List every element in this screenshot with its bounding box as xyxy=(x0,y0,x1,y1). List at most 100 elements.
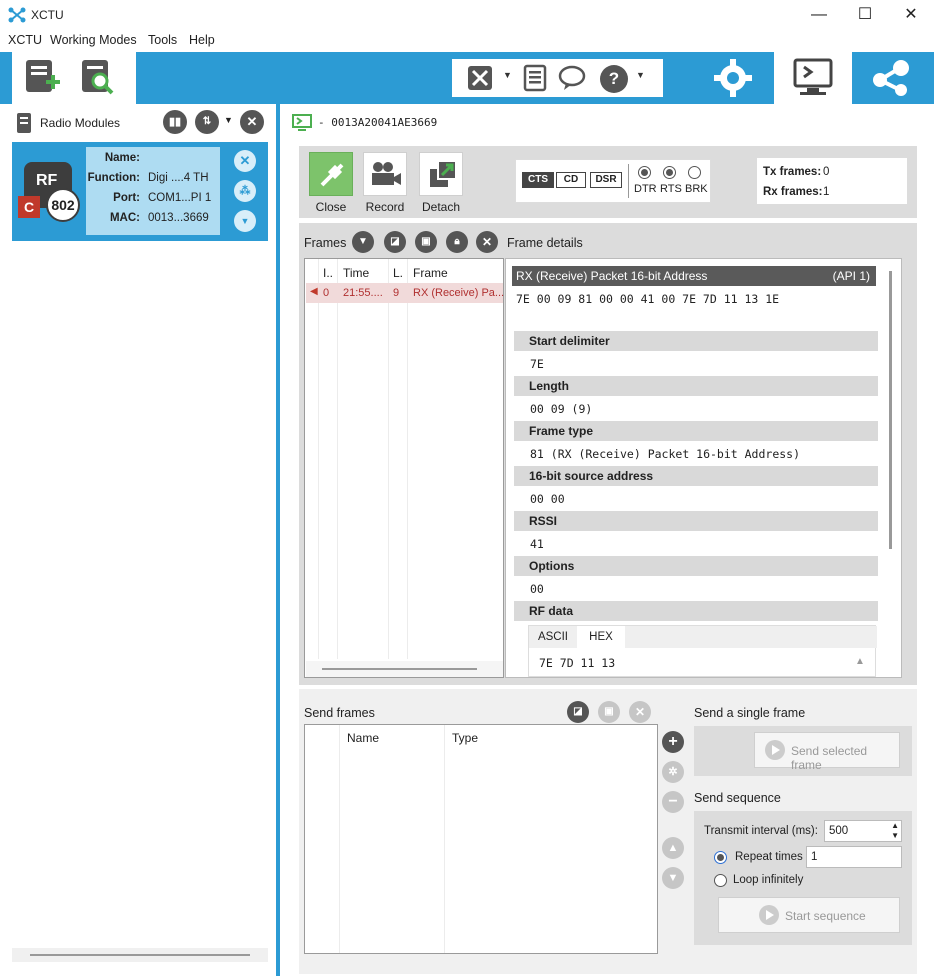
tx-frames-label: Tx frames: xyxy=(763,166,822,178)
frame-row-time: 21:55.... xyxy=(343,287,383,299)
frame-type-header: Frame type xyxy=(514,421,878,441)
frames-horizontal-scrollbar[interactable] xyxy=(306,661,503,677)
frame-row[interactable]: ◀ 0 21:55.... 9 RX (Receive) Pa... xyxy=(306,283,505,303)
remove-module-icon[interactable]: ✕ xyxy=(234,150,256,172)
menu-working-modes[interactable]: Working Modes xyxy=(50,33,137,47)
help-icon[interactable]: ? xyxy=(600,65,628,93)
dtr-toggle[interactable] xyxy=(638,166,651,179)
transmit-interval-input[interactable]: 500 ▲ ▼ xyxy=(824,820,902,842)
send-col-type-header[interactable]: Type xyxy=(452,731,478,745)
add-module-icon[interactable] xyxy=(22,58,62,98)
help-dropdown-icon[interactable]: ▼ xyxy=(636,70,645,80)
menu-help[interactable]: Help xyxy=(189,33,215,47)
loop-infinitely-radio[interactable] xyxy=(714,874,727,887)
rf-tab-ascii[interactable]: ASCII xyxy=(529,626,577,648)
tools-icon[interactable] xyxy=(466,64,494,92)
start-sequence-button[interactable]: Start sequence xyxy=(718,897,900,933)
close-label: Close xyxy=(315,200,347,214)
save-frames-icon[interactable]: ▣ xyxy=(415,231,437,253)
frame-row-index: 0 xyxy=(323,287,330,299)
filter-frames-icon[interactable]: ▼ xyxy=(352,231,374,253)
frame-row-frame: RX (Receive) Pa... xyxy=(413,287,505,299)
menu-tools[interactable]: Tools xyxy=(148,33,177,47)
edit-frame-icon: ✲ xyxy=(662,761,684,783)
rts-toggle[interactable] xyxy=(663,166,676,179)
rf-tab-hex[interactable]: HEX xyxy=(577,626,625,648)
rts-label: RTS xyxy=(660,183,682,195)
length-header: Length xyxy=(514,376,878,396)
ribbon-toolbar: ▼ ? ▼ xyxy=(0,52,934,104)
dtr-label: DTR xyxy=(634,183,657,195)
col-frame-header[interactable]: Frame xyxy=(413,266,448,280)
send-selected-frame-label: Send selected frame xyxy=(791,744,868,772)
interval-spinner-icon[interactable]: ▲ ▼ xyxy=(891,821,899,841)
detach-button[interactable] xyxy=(419,152,463,196)
clear-frames-icon[interactable]: ◪ xyxy=(384,231,406,253)
video-camera-icon xyxy=(372,162,401,185)
title-bar: XCTU — ☐ ✕ xyxy=(0,0,934,30)
consoles-mode-tab[interactable] xyxy=(774,52,852,104)
configuration-gear-icon[interactable] xyxy=(712,58,754,98)
record-button[interactable] xyxy=(363,152,407,196)
maximize-button[interactable]: ☐ xyxy=(842,0,888,30)
source-address-header: 16-bit source address xyxy=(514,466,878,486)
source-address-value: 00 00 xyxy=(530,492,565,506)
record-label: Record xyxy=(365,200,405,214)
col-index-header[interactable]: I.. xyxy=(323,266,333,280)
send-single-box: Send selected frame xyxy=(694,726,912,776)
remove-all-modules-icon[interactable]: ✕ xyxy=(240,110,264,134)
console-area: - 0013A20041AE3669 Close Record Detach C xyxy=(284,104,934,976)
transmit-interval-value: 500 xyxy=(829,825,849,837)
discover-modules-icon[interactable] xyxy=(78,58,118,98)
start-sequence-label: Start sequence xyxy=(785,909,866,923)
dsr-indicator: DSR xyxy=(590,172,622,188)
frame-row-length: 9 xyxy=(393,287,400,299)
send-single-title: Send a single frame xyxy=(694,706,806,720)
close-connection-button[interactable] xyxy=(309,152,353,196)
delete-frames-icon[interactable]: ✕ xyxy=(476,231,498,253)
tx-frames-value: 0 xyxy=(823,166,830,178)
minimize-button[interactable]: — xyxy=(796,0,842,30)
add-frame-icon[interactable]: + xyxy=(662,731,684,753)
radio-module-card[interactable]: RF 802 C Name: Function: Digi ....4 TH Po… xyxy=(12,142,268,241)
send-col-name-header[interactable]: Name xyxy=(347,731,379,745)
xctu-logo-icon xyxy=(8,7,26,23)
col-time-header[interactable]: Time xyxy=(343,266,369,280)
send-selected-frame-button[interactable]: Send selected frame xyxy=(754,732,900,772)
lock-frames-icon[interactable]: 🔒︎ xyxy=(446,231,468,253)
sort-dropdown-icon[interactable]: ▼ xyxy=(224,115,233,125)
radio-module-icon xyxy=(17,113,31,133)
start-delimiter-value: 7E xyxy=(530,357,544,371)
window-title: XCTU xyxy=(31,8,64,22)
sort-modules-icon[interactable]: ⇅ xyxy=(195,110,219,134)
console-tab[interactable]: - 0013A20041AE3669 xyxy=(284,104,934,140)
repeat-times-label: Repeat times xyxy=(735,851,803,863)
rf-scroll-up-icon[interactable]: ▲ xyxy=(855,656,865,667)
network-icon[interactable] xyxy=(870,58,914,98)
profile-list-icon[interactable] xyxy=(522,64,548,92)
module-network-icon[interactable]: ⁂ xyxy=(234,180,256,202)
brk-toggle[interactable] xyxy=(688,166,701,179)
move-up-icon: ▲ xyxy=(662,837,684,859)
load-frames-icon[interactable]: ◪ xyxy=(567,701,589,723)
start-delimiter-header: Start delimiter xyxy=(514,331,878,351)
filter-modules-icon[interactable]: ▮▮ xyxy=(163,110,187,134)
serial-lines-panel: CTS CD DSR DTR RTS BRK xyxy=(515,159,711,203)
tools-dropdown-icon[interactable]: ▼ xyxy=(503,70,512,80)
expand-module-icon[interactable]: ▼ xyxy=(234,210,256,232)
frame-details-title: Frame details xyxy=(507,236,583,250)
repeat-times-radio[interactable] xyxy=(714,851,727,864)
details-vertical-scrollbar[interactable] xyxy=(889,271,892,549)
transmit-interval-label: Transmit interval (ms): xyxy=(704,825,818,837)
close-window-button[interactable]: ✕ xyxy=(888,0,934,30)
send-sequence-box: Transmit interval (ms): 500 ▲ ▼ Repeat ti… xyxy=(694,811,912,945)
chat-icon[interactable] xyxy=(558,64,590,92)
module-badge-icon: RF 802 C xyxy=(18,162,80,222)
rf-data-value: 7E 7D 11 13 xyxy=(539,656,616,670)
menu-xctu[interactable]: XCTU xyxy=(8,33,42,47)
module-mac-label: MAC: xyxy=(109,212,140,224)
repeat-times-input[interactable]: 1 xyxy=(806,846,902,868)
col-length-header[interactable]: L. xyxy=(393,266,403,280)
left-horizontal-scrollbar[interactable] xyxy=(12,948,268,962)
raw-frame-bytes: 7E 00 09 81 00 00 41 00 7E 7D 11 13 1E xyxy=(516,292,780,306)
